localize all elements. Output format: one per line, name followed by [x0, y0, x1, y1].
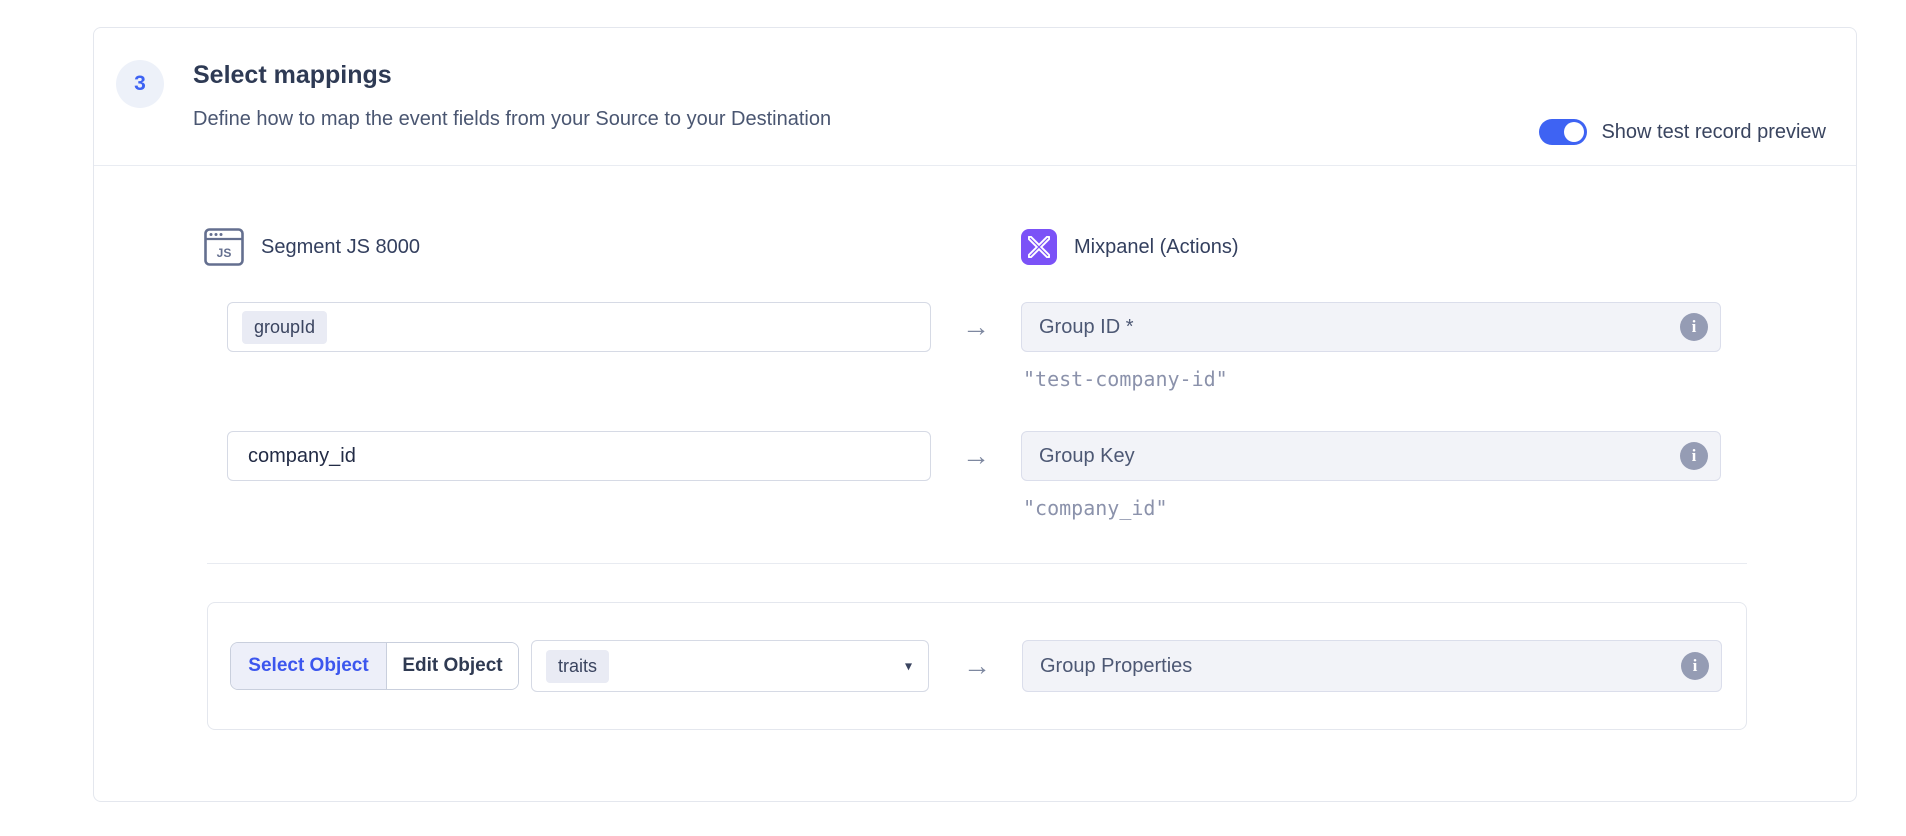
info-icon[interactable]: i: [1680, 313, 1708, 341]
source-header: JS Segment JS 8000: [204, 228, 931, 266]
select-object-button[interactable]: Select Object: [231, 643, 387, 689]
step-number-badge: 3: [116, 60, 164, 108]
source-token-chip: groupId: [242, 311, 327, 344]
destination-field-label: Group ID *: [1039, 316, 1133, 339]
arrow-right-icon: →: [963, 652, 991, 680]
info-icon[interactable]: i: [1681, 652, 1709, 680]
card-header: 3 Select mappings Define how to map the …: [94, 28, 1856, 166]
object-source-dropdown[interactable]: traits ▾: [531, 640, 929, 692]
show-test-record-preview-toggle[interactable]: [1539, 119, 1587, 145]
arrow-right-icon: →: [962, 313, 990, 341]
info-icon[interactable]: i: [1680, 442, 1708, 470]
object-mode-segmented-control: Select Object Edit Object: [230, 642, 519, 690]
source-name: Segment JS 8000: [261, 236, 420, 259]
mixpanel-icon: [1021, 229, 1057, 265]
source-field-input[interactable]: groupId: [227, 302, 931, 352]
source-field-input[interactable]: company_id: [227, 431, 931, 481]
select-mappings-card: 3 Select mappings Define how to map the …: [93, 27, 1857, 802]
destination-field: Group ID * i: [1021, 302, 1721, 352]
page-title: Select mappings: [193, 61, 392, 90]
test-record-preview-value: "test-company-id": [1021, 367, 1721, 391]
mapping-row: groupId → Group ID * i "test-company-id": [227, 302, 1719, 391]
toggle-label: Show test record preview: [1601, 121, 1826, 144]
destination-field-label: Group Key: [1039, 445, 1135, 468]
arrow-right-icon: →: [962, 442, 990, 470]
svg-text:JS: JS: [217, 246, 232, 260]
browser-js-icon: JS: [204, 228, 244, 266]
section-divider: [207, 563, 1747, 564]
object-mapping-box: Select Object Edit Object traits ▾ → Gro…: [207, 602, 1747, 730]
test-record-preview-value: "company_id": [1021, 496, 1721, 520]
destination-name: Mixpanel (Actions): [1074, 236, 1239, 259]
destination-field: Group Properties i: [1022, 640, 1722, 692]
source-field-text: company_id: [248, 445, 356, 468]
test-record-preview-control: Show test record preview: [1539, 119, 1826, 145]
step-number: 3: [134, 72, 146, 96]
chevron-down-icon: ▾: [905, 658, 912, 675]
destination-header: Mixpanel (Actions): [1021, 229, 1721, 265]
toggle-knob: [1564, 122, 1584, 142]
mapping-row: company_id → Group Key i "company_id": [227, 431, 1719, 520]
destination-field-label: Group Properties: [1040, 655, 1192, 678]
page-subtitle: Define how to map the event fields from …: [193, 108, 831, 131]
destination-field: Group Key i: [1021, 431, 1721, 481]
edit-object-button[interactable]: Edit Object: [387, 643, 518, 689]
object-token-chip: traits: [546, 650, 609, 683]
columns-header: JS Segment JS 8000 Mixpanel (Actions): [204, 228, 1719, 266]
